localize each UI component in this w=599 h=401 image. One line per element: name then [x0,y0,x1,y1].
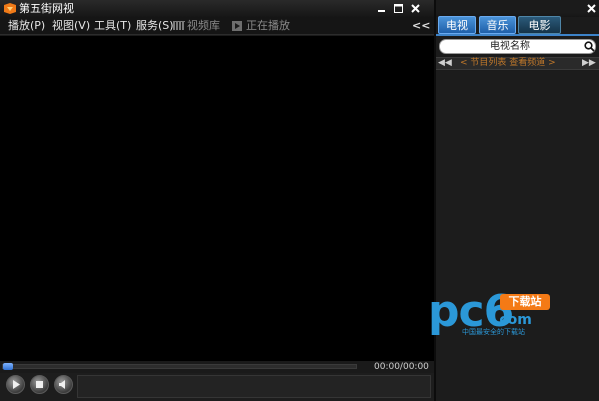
tab-movie[interactable]: 电影 [518,16,561,34]
now-playing-tab[interactable]: 正在播放 [246,19,290,33]
minimize-icon [378,9,385,12]
search-icon[interactable] [584,41,595,52]
stop-icon [36,381,43,388]
menu-play[interactable]: 播放(P) [8,19,45,33]
volume-button[interactable] [54,375,73,394]
menu-view[interactable]: 视图(V) [52,19,90,33]
pc6-watermark: pc6 下载站 .com 中国最安全的下载站 [428,290,558,340]
stop-button[interactable] [30,375,49,394]
close-icon [411,3,420,13]
tab-music[interactable]: 音乐 [479,16,516,34]
now-playing-icon [232,21,242,31]
seek-bar[interactable] [2,364,357,369]
menu-tools[interactable]: 工具(T) [94,19,131,33]
maximize-icon [394,3,403,13]
watermark-tagline: 中国最安全的下载站 [462,328,525,336]
pager-prev-button[interactable]: ◀◀ [438,58,452,69]
video-library-tab[interactable]: 视频库 [187,19,220,33]
menu-service[interactable]: 服务(S) [136,19,174,33]
side-panel-close-button[interactable] [584,1,599,15]
speaker-icon [59,380,65,389]
playback-controls [0,373,434,401]
status-display [77,375,431,398]
time-readout: 00:00/00:00 [374,362,429,372]
search-input-value[interactable]: 电视名称 [440,40,580,53]
app-title: 第五街网视 [19,2,74,15]
progress-bar-row: 00:00/00:00 [0,361,434,373]
search-input[interactable]: 电视名称 [439,39,596,54]
pager-next-button[interactable]: ▶▶ [582,58,596,69]
tab-underline [436,34,599,36]
close-icon [587,3,596,13]
channel-list[interactable] [436,71,599,401]
close-button[interactable] [408,1,423,15]
pager-label[interactable]: < 节目列表 查看频道 > [460,58,556,69]
minimize-button[interactable] [374,1,389,15]
collapse-panel-button[interactable]: << [412,19,430,33]
tab-tv[interactable]: 电视 [438,16,476,34]
play-button[interactable] [6,375,25,394]
watermark-suffix: .com [494,312,532,328]
video-library-icon [173,21,185,30]
pager-bar: ◀◀ < 节目列表 查看频道 > ▶▶ [436,57,599,70]
seek-handle[interactable] [3,363,13,370]
side-panel-title-bar [436,0,599,13]
video-display[interactable] [0,36,434,361]
play-icon [13,380,20,389]
maximize-button[interactable] [391,1,406,15]
app-logo-icon [4,3,16,14]
watermark-badge: 下载站 [500,294,550,310]
